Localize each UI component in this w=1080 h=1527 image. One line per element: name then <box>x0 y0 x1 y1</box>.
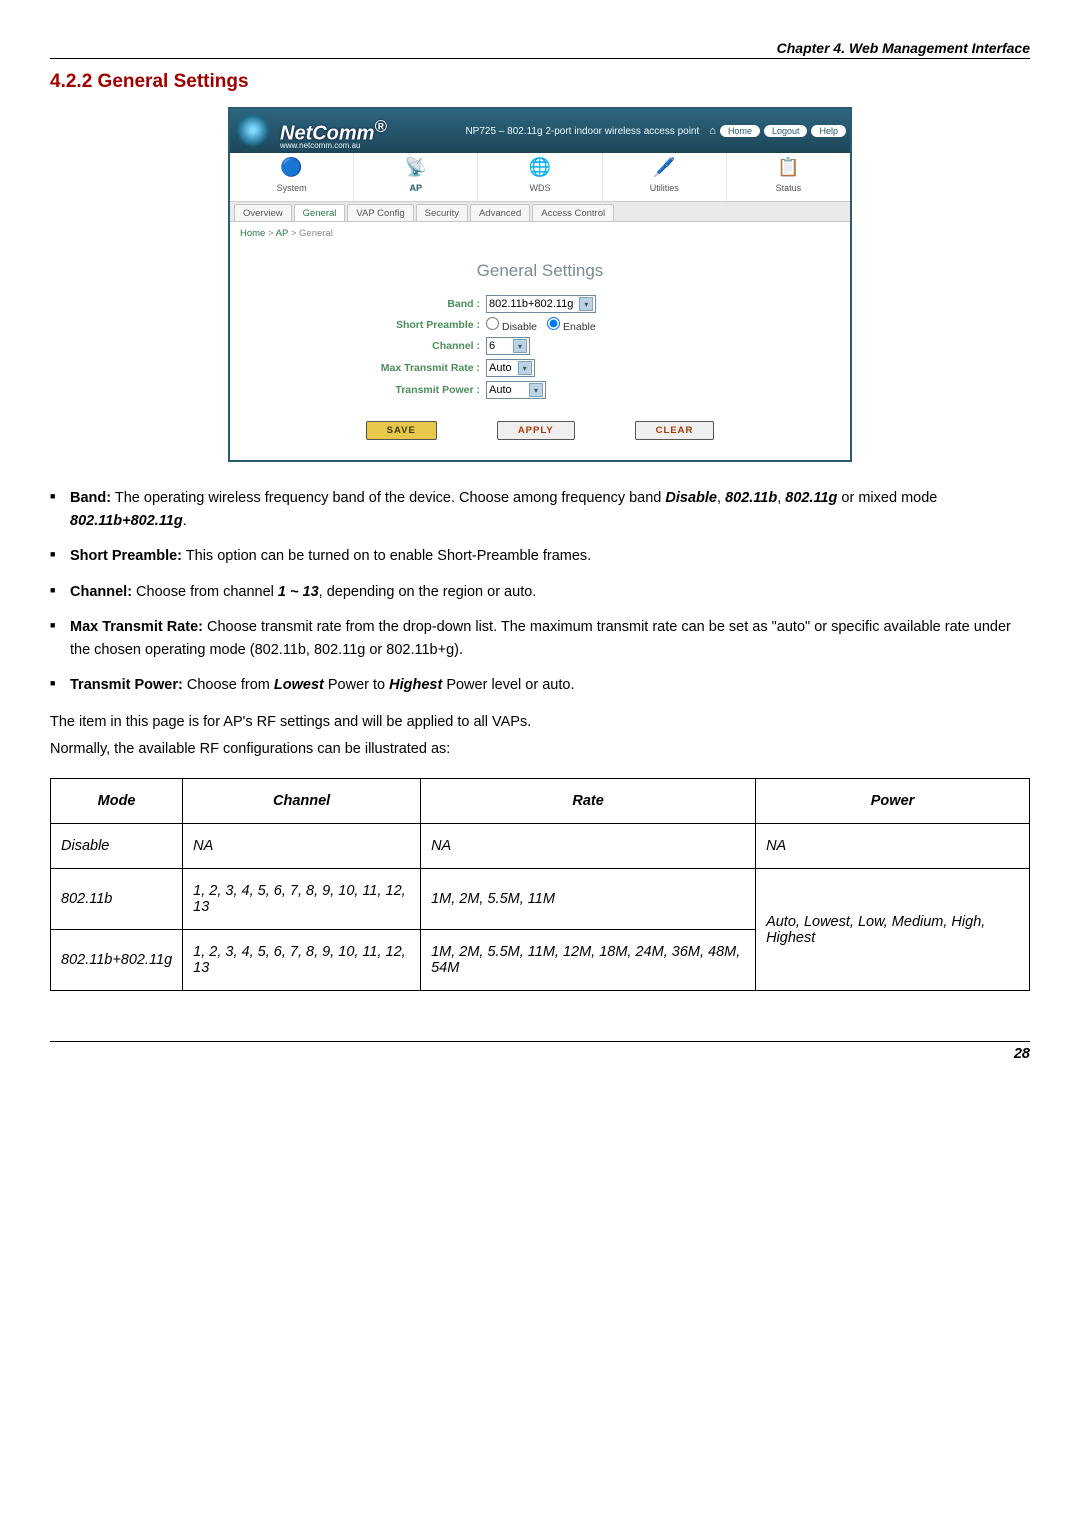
chapter-header: Chapter 4. Web Management Interface <box>50 40 1030 59</box>
nav-ap[interactable]: 📡 AP <box>354 153 478 201</box>
status-icon: 📋 <box>727 157 850 177</box>
table-row: Disable NA NA NA <box>51 824 1030 869</box>
brand-sparkle-icon <box>236 113 270 147</box>
description-list: Band: The operating wireless frequency b… <box>50 487 1030 697</box>
preamble-label: Short Preamble : <box>260 319 486 331</box>
panel-title: General Settings <box>260 261 820 281</box>
chevron-down-icon: ▾ <box>529 383 543 397</box>
tab-general[interactable]: General <box>294 204 346 221</box>
crumb-home[interactable]: Home <box>240 228 265 239</box>
txpower-select[interactable]: Auto ▾ <box>486 381 546 399</box>
th-rate: Rate <box>421 779 756 824</box>
sub-tabs: Overview General VAP Config Security Adv… <box>230 202 850 222</box>
tab-vap-config[interactable]: VAP Config <box>347 204 413 221</box>
nav-status[interactable]: 📋 Status <box>727 153 850 201</box>
channel-select[interactable]: 6 ▾ <box>486 337 530 355</box>
txpower-label: Transmit Power : <box>260 384 486 396</box>
tab-access-control[interactable]: Access Control <box>532 204 614 221</box>
save-button[interactable]: SAVE <box>366 421 437 440</box>
chevron-down-icon: ▾ <box>513 339 527 353</box>
table-row: 802.11b 1, 2, 3, 4, 5, 6, 7, 8, 9, 10, 1… <box>51 869 1030 930</box>
preamble-enable-radio[interactable]: Enable <box>547 317 596 333</box>
bullet-channel: Channel: Choose from channel 1 ~ 13, dep… <box>70 581 1030 604</box>
tab-security[interactable]: Security <box>416 204 468 221</box>
help-link[interactable]: Help <box>811 125 846 137</box>
brand-url: www.netcomm.com.au <box>280 141 360 150</box>
logout-link[interactable]: Logout <box>764 125 808 137</box>
nav-system[interactable]: 🔵 System <box>230 153 354 201</box>
nav-utilities[interactable]: 🖊️ Utilities <box>603 153 727 201</box>
crumb-ap[interactable]: AP <box>276 228 289 239</box>
th-power: Power <box>756 779 1030 824</box>
utilities-icon: 🖊️ <box>603 157 726 177</box>
rf-config-table: Mode Channel Rate Power Disable NA NA NA… <box>50 778 1030 991</box>
ap-icon: 📡 <box>354 157 477 177</box>
bullet-band: Band: The operating wireless frequency b… <box>70 487 1030 533</box>
band-label: Band : <box>260 298 486 310</box>
tab-overview[interactable]: Overview <box>234 204 292 221</box>
section-title: 4.2.2 General Settings <box>50 71 1030 93</box>
preamble-disable-radio[interactable]: Disable <box>486 317 537 333</box>
td-power-merged: Auto, Lowest, Low, Medium, High, Highest <box>756 869 1030 991</box>
crumb-leaf: General <box>299 228 333 239</box>
config-screenshot: NetComm® www.netcomm.com.au NP725 – 802.… <box>228 107 852 462</box>
config-panel: General Settings Band : 802.11b+802.11g … <box>230 245 850 460</box>
apply-button[interactable]: APPLY <box>497 421 575 440</box>
home-link[interactable]: Home <box>720 125 760 137</box>
page-number: 28 <box>50 1041 1030 1062</box>
bullet-preamble: Short Preamble: This option can be turne… <box>70 545 1030 568</box>
breadcrumb: Home > AP > General <box>230 222 850 245</box>
app-header: NetComm® www.netcomm.com.au NP725 – 802.… <box>230 109 850 153</box>
wds-icon: 🌐 <box>478 157 601 177</box>
clear-button[interactable]: CLEAR <box>635 421 715 440</box>
chevron-down-icon: ▾ <box>579 297 593 311</box>
bullet-maxrate: Max Transmit Rate: Choose transmit rate … <box>70 616 1030 662</box>
home-icon: ⌂ <box>709 125 716 137</box>
paragraph-rf-note: The item in this page is for AP's RF set… <box>50 711 1030 733</box>
channel-label: Channel : <box>260 340 486 352</box>
band-select[interactable]: 802.11b+802.11g ▾ <box>486 295 596 313</box>
th-mode: Mode <box>51 779 183 824</box>
bullet-txpower: Transmit Power: Choose from Lowest Power… <box>70 674 1030 697</box>
chevron-down-icon: ▾ <box>518 361 532 375</box>
paragraph-rf-table-intro: Normally, the available RF configuration… <box>50 738 1030 760</box>
th-channel: Channel <box>183 779 421 824</box>
nav-wds[interactable]: 🌐 WDS <box>478 153 602 201</box>
maxrate-label: Max Transmit Rate : <box>260 362 486 374</box>
device-description: NP725 – 802.11g 2-port indoor wireless a… <box>465 126 699 137</box>
main-nav: 🔵 System 📡 AP 🌐 WDS 🖊️ Utilities 📋 Statu… <box>230 153 850 202</box>
system-icon: 🔵 <box>230 157 353 177</box>
maxrate-select[interactable]: Auto ▾ <box>486 359 535 377</box>
tab-advanced[interactable]: Advanced <box>470 204 530 221</box>
